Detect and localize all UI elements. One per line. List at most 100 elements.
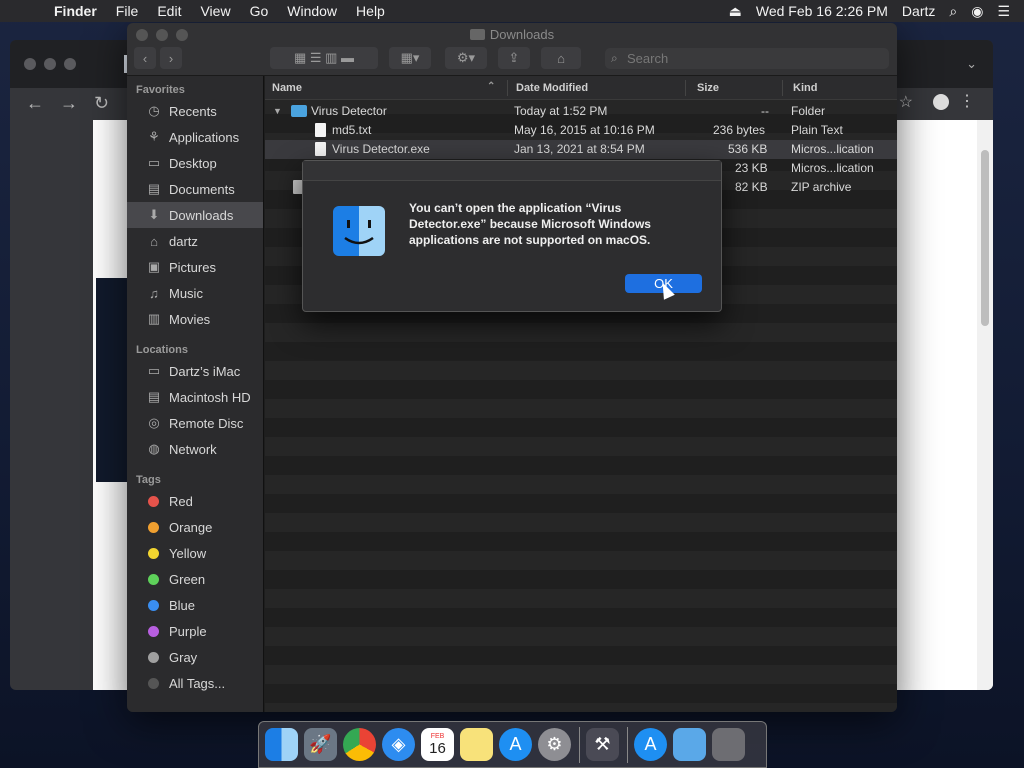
sidebar-tag-red[interactable]: Red — [127, 488, 263, 514]
tags-button[interactable]: ⌂ — [541, 47, 581, 69]
automator-dock-icon[interactable]: ⚒ — [586, 728, 619, 761]
chevron-down-icon[interactable]: ⌄ — [966, 56, 977, 72]
column-header-kind[interactable]: Kind — [793, 82, 817, 94]
sidebar-tag-gray[interactable]: Gray — [127, 644, 263, 670]
action-gear-button[interactable]: ⚙▾ — [445, 47, 487, 69]
sidebar-item-imac[interactable]: ▭ Dartz’s iMac — [127, 358, 263, 384]
column-divider[interactable] — [685, 80, 686, 96]
applications-folder-dock-icon[interactable]: A — [634, 728, 667, 761]
tag-color-dot — [148, 573, 159, 585]
sidebar-tag-yellow[interactable]: Yellow — [127, 540, 263, 566]
sidebar-item-downloads[interactable]: ⬇ Downloads — [127, 202, 263, 228]
reload-icon[interactable]: ↻ — [94, 93, 109, 114]
notification-center-icon[interactable]: ☰ — [997, 3, 1010, 20]
back-icon[interactable]: ← — [26, 93, 44, 114]
sidebar-item-applications[interactable]: ⚘ Applications — [127, 124, 263, 150]
view-mode-segmented[interactable]: ▦ ☰ ▥ ▬ — [270, 47, 378, 69]
sort-chevron-icon: ⌃ — [487, 81, 496, 92]
tag-color-dot — [148, 677, 159, 689]
sidebar-item-macintosh-hd[interactable]: ▤ Macintosh HD — [127, 384, 263, 410]
back-button[interactable]: ‹ — [134, 47, 156, 69]
file-name: md5.txt — [332, 123, 372, 137]
app-store-dock-icon[interactable]: A — [499, 728, 532, 761]
sidebar-item-movies[interactable]: ▥ Movies — [127, 306, 263, 332]
sidebar-tag-green[interactable]: Green — [127, 566, 263, 592]
dialog-top-bar — [303, 161, 721, 181]
launchpad-dock-icon[interactable]: 🚀 — [304, 728, 337, 761]
finder-sidebar: Favorites ◷ Recents ⚘ Applications ▭ Deskto… — [127, 76, 264, 712]
desktop-icon: ▭ — [147, 155, 161, 170]
browser-zoom-button[interactable] — [64, 58, 76, 70]
sidebar-item-desktop[interactable]: ▭ Desktop — [127, 150, 263, 176]
sidebar-item-documents[interactable]: ▤ Documents — [127, 176, 263, 202]
menu-file[interactable]: File — [116, 3, 139, 19]
finder-face-icon — [344, 220, 374, 245]
menu-view[interactable]: View — [200, 3, 230, 19]
table-row[interactable]: Virus Detector.exe Jan 13, 2021 at 8:54 … — [265, 140, 897, 159]
sidebar-item-music[interactable]: ♫ Music — [127, 280, 263, 306]
sidebar-tag-orange[interactable]: Orange — [127, 514, 263, 540]
notes-dock-icon[interactable] — [460, 728, 493, 761]
spotlight-icon[interactable]: ⌕ — [949, 3, 957, 20]
file-date: May 16, 2015 at 10:16 PM — [514, 123, 655, 137]
siri-icon[interactable]: ◉ — [971, 3, 983, 20]
trash-dock-icon[interactable] — [712, 728, 745, 761]
sidebar-item-network[interactable]: ◍ Network — [127, 436, 263, 462]
tag-color-dot — [148, 547, 159, 559]
menu-go[interactable]: Go — [250, 3, 269, 19]
column-header-date[interactable]: Date Modified — [516, 82, 588, 94]
menubar-user[interactable]: Dartz — [902, 3, 935, 19]
menu-edit[interactable]: Edit — [157, 3, 181, 19]
file-name: Virus Detector — [311, 104, 387, 118]
browser-scrollbar[interactable] — [977, 120, 993, 690]
menubar-clock[interactable]: Wed Feb 16 2:26 PM — [756, 3, 888, 19]
system-preferences-dock-icon[interactable]: ⚙ — [538, 728, 571, 761]
column-header-size[interactable]: Size — [697, 82, 719, 94]
tag-color-dot — [148, 651, 159, 663]
share-button[interactable]: ⇪ — [498, 47, 530, 69]
scrollbar-thumb[interactable] — [981, 150, 989, 326]
menu-help[interactable]: Help — [356, 3, 385, 19]
forward-button[interactable]: › — [160, 47, 182, 69]
sidebar-item-home[interactable]: ⌂ dartz — [127, 228, 263, 254]
calendar-dock-icon[interactable]: FEB 16 — [421, 728, 454, 761]
chrome-dock-icon[interactable] — [343, 728, 376, 761]
sidebar-item-remote-disc[interactable]: ◎ Remote Disc — [127, 410, 263, 436]
menu-finder[interactable]: Finder — [54, 3, 97, 19]
profile-icon[interactable] — [933, 94, 949, 110]
bookmark-star-icon[interactable]: ☆ — [899, 92, 913, 112]
sidebar-heading-locations: Locations — [136, 344, 188, 356]
sidebar-item-pictures[interactable]: ▣ Pictures — [127, 254, 263, 280]
forward-icon[interactable]: → — [60, 93, 78, 114]
sidebar-all-tags[interactable]: All Tags... — [127, 670, 263, 696]
downloads-folder-dock-icon[interactable] — [673, 728, 706, 761]
eject-icon[interactable]: ⏏ — [729, 3, 742, 20]
sidebar-tag-blue[interactable]: Blue — [127, 592, 263, 618]
column-header-name[interactable]: Name — [272, 82, 302, 94]
finder-dock-icon[interactable] — [265, 728, 298, 761]
search-input[interactable]: ⌕ Search — [605, 48, 889, 69]
browser-close-button[interactable] — [24, 58, 36, 70]
browser-minimize-button[interactable] — [44, 58, 56, 70]
group-button[interactable]: ▦▾ — [389, 47, 431, 69]
more-menu-icon[interactable]: ⋮ — [959, 91, 975, 111]
file-size: 23 KB — [735, 161, 768, 175]
applications-icon: ⚘ — [148, 129, 160, 144]
disc-icon: ◎ — [148, 415, 160, 430]
file-size: 536 KB — [728, 142, 768, 156]
hard-drive-icon: ▤ — [147, 389, 161, 404]
finder-titlebar: Downloads ‹ › ▦ ☰ ▥ ▬ ▦▾ ⚙▾ ⇪ ⌂ ⌕ Search — [127, 23, 897, 76]
safari-dock-icon[interactable]: ◈ — [382, 728, 415, 761]
column-divider[interactable] — [782, 80, 783, 96]
menu-bar: Finder File Edit View Go Window Help ⏏ W… — [0, 0, 1024, 22]
disclosure-triangle-icon[interactable]: ▼ — [273, 106, 282, 116]
sidebar-item-recents[interactable]: ◷ Recents — [127, 98, 263, 124]
sidebar-tag-purple[interactable]: Purple — [127, 618, 263, 644]
table-row[interactable]: ▼ Virus Detector Today at 1:52 PM -- Fol… — [265, 102, 897, 121]
column-divider[interactable] — [507, 80, 508, 96]
menu-window[interactable]: Window — [287, 3, 337, 19]
exe-file-icon — [315, 142, 326, 156]
tag-color-dot — [148, 495, 159, 507]
clock-icon: ◷ — [148, 103, 160, 118]
table-row[interactable]: md5.txt May 16, 2015 at 10:16 PM 236 byt… — [265, 121, 897, 140]
